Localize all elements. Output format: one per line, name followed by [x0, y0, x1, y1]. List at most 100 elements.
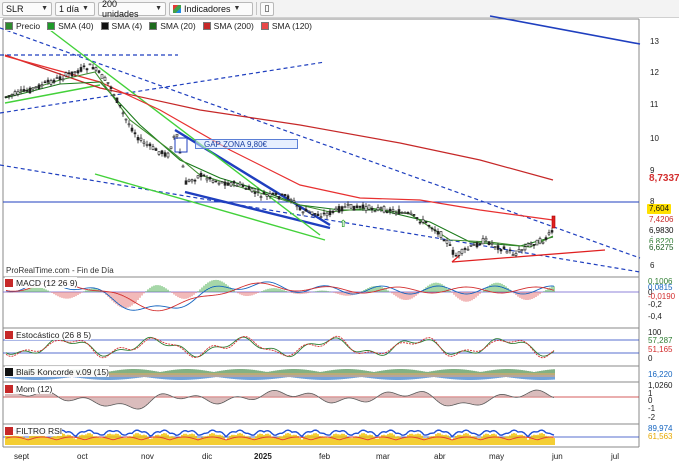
filtro-rsi-legend: FILTRO RSI: [5, 425, 63, 436]
date-axis[interactable]: sept oct nov dic 2025 feb mar abr may jun jul: [0, 448, 679, 465]
support-trendline: [451, 249, 606, 263]
candle-body: [445, 239, 449, 244]
candle-body: [352, 205, 356, 211]
candle-body: [349, 203, 353, 209]
price-chart[interactable]: ⇧: [0, 0, 679, 465]
legend-item-label: SMA (4): [111, 20, 143, 31]
candle-body: [409, 212, 413, 215]
candle-body: [388, 208, 392, 212]
candle-body: [148, 143, 152, 147]
candle-body: [394, 212, 398, 215]
candle-body: [460, 248, 464, 254]
candle-body: [448, 244, 452, 246]
price-tag: 7,604: [647, 204, 672, 214]
filtro-rsi-tag: 61,563: [648, 432, 673, 441]
legend-swatch[interactable]: [260, 21, 269, 30]
candle-body: [355, 205, 359, 209]
candle-body: [136, 137, 140, 141]
candle-body: [94, 67, 98, 71]
candle-body: [211, 179, 215, 183]
candle-body: [496, 245, 500, 250]
date-axis-label: jul: [611, 452, 620, 461]
candle-body: [61, 78, 65, 81]
candle-body: [166, 152, 170, 158]
momentum-legend-text: Mom (12): [16, 383, 53, 394]
candle-body: [58, 76, 62, 80]
candle-body: [100, 74, 104, 79]
candle-body: [436, 231, 440, 235]
candle-body: [40, 84, 44, 87]
candle-body: [319, 216, 323, 218]
legend-swatch[interactable]: [202, 21, 211, 30]
candle-body: [22, 89, 26, 92]
candle-body: [247, 186, 251, 190]
candle-body: [490, 242, 494, 245]
candle-body: [259, 196, 263, 198]
candle-body: [517, 249, 521, 253]
sma40-line: [4, 81, 554, 247]
legend-swatch[interactable]: [5, 21, 13, 30]
candle-body: [103, 76, 107, 81]
candle-body: [250, 188, 254, 193]
candle-body: [226, 182, 230, 186]
sma120-line: [4, 55, 554, 221]
candle-body: [433, 229, 437, 232]
candle-body: [334, 207, 338, 211]
candle-body: [376, 207, 380, 211]
stochastic-legend: Estocástico (26 8 5): [5, 329, 92, 340]
candle-body: [199, 172, 203, 177]
legend-swatch[interactable]: [149, 21, 158, 30]
filtro-rsi-icon: [5, 426, 13, 435]
candle-body: [385, 211, 389, 213]
candle-body: [172, 135, 176, 138]
legend-item-label: Precio: [16, 20, 41, 31]
date-axis-label: may: [489, 452, 505, 461]
candle-body: [343, 206, 347, 209]
momentum-tick-label: -2: [648, 413, 656, 422]
momentum-tick-label: -1: [648, 404, 656, 413]
candle-body: [277, 196, 281, 200]
candle-body: [307, 210, 311, 213]
candle-body: [49, 80, 53, 85]
momentum-icon: [5, 384, 13, 393]
candle-body: [550, 230, 554, 233]
candle-body: [457, 251, 461, 256]
candle-body: [109, 86, 113, 89]
price-tag: 7,4206: [647, 215, 676, 225]
candle-body: [472, 244, 476, 246]
candle-body: [364, 206, 368, 211]
candle-body: [391, 209, 395, 212]
candle-body: [31, 87, 35, 90]
candle-body: [79, 67, 83, 72]
candle-body: [484, 237, 488, 241]
legend-swatch[interactable]: [47, 21, 56, 30]
candle-body: [181, 165, 185, 168]
candle-body: [304, 208, 308, 212]
candle-body: [106, 82, 110, 84]
candle-body: [475, 242, 479, 248]
candle-body: [262, 192, 266, 195]
candle-body: [190, 179, 194, 182]
trendline-solid: [489, 15, 641, 45]
legend-swatch[interactable]: [100, 21, 109, 30]
candle-body: [238, 182, 242, 186]
price-tick-label: 11: [650, 100, 659, 109]
stochastic-legend-text: Estocástico (26 8 5): [16, 329, 92, 340]
candle-body: [337, 206, 341, 213]
candle-body: [175, 133, 179, 137]
date-axis-label: sept: [14, 452, 30, 461]
candle-body: [502, 246, 506, 249]
candle-body: [154, 148, 158, 151]
candle-body: [508, 249, 512, 252]
candle-body: [547, 232, 551, 235]
candle-body: [241, 184, 245, 187]
date-axis-label: mar: [376, 452, 390, 461]
candle-body: [544, 237, 548, 240]
candle-body: [163, 152, 167, 157]
candle-body: [523, 246, 527, 251]
candle-body: [520, 249, 524, 251]
candle-body: [346, 203, 350, 206]
candle-body: [88, 63, 92, 66]
macd-tick-label: -0,4: [648, 312, 662, 321]
candle-body: [295, 205, 299, 208]
